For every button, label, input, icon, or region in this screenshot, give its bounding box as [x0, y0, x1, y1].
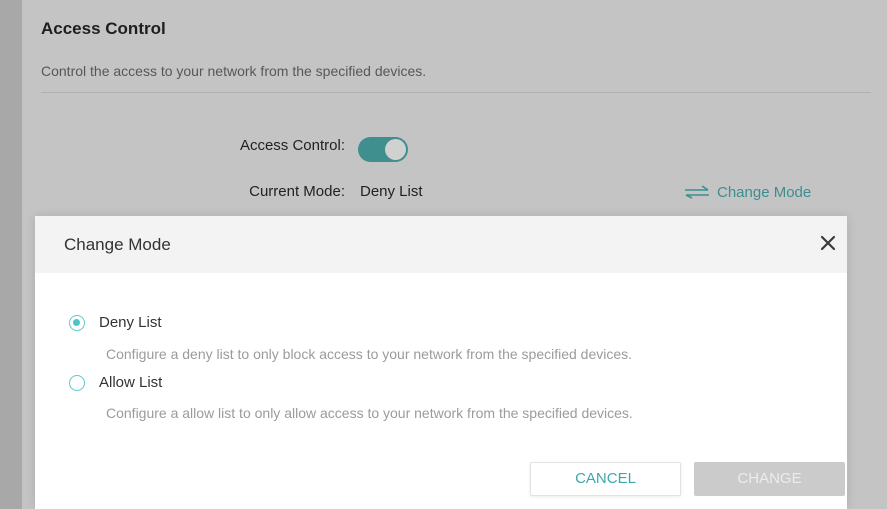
current-mode-value: Deny List — [360, 183, 423, 200]
allow-list-radio[interactable] — [69, 375, 85, 391]
page-gutter — [0, 0, 22, 509]
dialog-title: Change Mode — [64, 235, 171, 254]
allow-list-description: Configure a allow list to only allow acc… — [106, 405, 633, 421]
divider — [41, 92, 871, 93]
page-description: Control the access to your network from … — [41, 63, 427, 79]
deny-list-radio[interactable] — [69, 315, 85, 331]
page-title: Access Control — [41, 19, 166, 38]
change-mode-dialog: Change Mode Deny List Configure a deny l… — [35, 216, 847, 509]
allow-list-label: Allow List — [99, 374, 163, 391]
deny-list-label: Deny List — [99, 314, 162, 331]
change-button[interactable]: CHANGE — [694, 462, 845, 496]
access-control-label: Access Control: — [239, 137, 345, 154]
deny-list-description: Configure a deny list to only block acce… — [106, 346, 633, 362]
access-control-toggle[interactable] — [358, 137, 408, 162]
dialog-header: Change Mode — [35, 216, 847, 273]
change-mode-link-label: Change Mode — [717, 183, 812, 201]
toggle-knob — [385, 139, 406, 160]
change-mode-link[interactable]: Change Mode — [684, 181, 811, 203]
radio-selected-dot — [73, 319, 80, 326]
swap-arrows-icon — [685, 185, 709, 199]
current-mode-label: Current Mode: — [249, 183, 345, 200]
close-icon[interactable] — [820, 235, 836, 251]
cancel-button[interactable]: CANCEL — [530, 462, 681, 496]
